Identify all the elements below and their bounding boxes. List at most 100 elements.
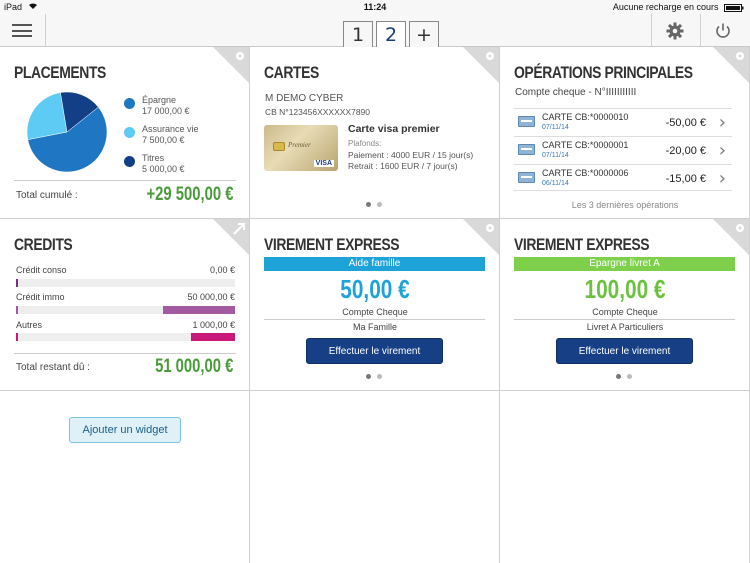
paiement-limit: Paiement : 4000 EUR / 15 jour(s): [348, 150, 474, 160]
credit-immo-bar: [16, 306, 235, 314]
legend-amount: 7 500,00 €: [142, 135, 185, 145]
toolbar: 1 2 +: [0, 14, 750, 48]
card-holder: M DEMO CYBER: [265, 93, 344, 104]
widget-settings-corner[interactable]: [213, 47, 249, 83]
battery-text: Aucune recharge en cours: [612, 2, 719, 12]
status-bar: iPad 11:24 Aucune recharge en cours: [0, 0, 750, 14]
widget-grid: PLACEMENTS Épargne 17 000,00 € Assurance…: [0, 47, 750, 563]
add-widget-button[interactable]: Ajouter un widget: [69, 417, 181, 443]
gear-icon[interactable]: [666, 22, 684, 40]
pagination-dots[interactable]: [366, 202, 382, 207]
chevron-right-icon: ›: [718, 168, 726, 189]
virement-from: Compte Cheque: [342, 307, 408, 317]
widget-settings-corner[interactable]: [713, 219, 749, 255]
empty-widget-slot: [500, 391, 750, 563]
toolbar-divider: [45, 14, 46, 47]
card-chip-icon: [273, 142, 285, 151]
credits-title: CREDITS: [14, 235, 73, 254]
pagination-dots[interactable]: [616, 374, 632, 379]
autres-bar: [16, 333, 235, 341]
operation-amount: -20,00 €: [665, 145, 706, 157]
divider: [514, 319, 735, 320]
credit-conso-bar: [16, 279, 235, 287]
legend-dot-epargne: [124, 98, 135, 109]
legend-amount: 17 000,00 €: [142, 106, 190, 116]
legend-epargne: Épargne 17 000,00 €: [142, 95, 190, 117]
chevron-right-icon: ›: [718, 140, 726, 161]
legend-amount: 5 000,00 €: [142, 164, 185, 174]
operation-amount: -50,00 €: [665, 117, 706, 129]
virement-amount: 100,00 €: [584, 274, 666, 304]
placements-widget: PLACEMENTS Épargne 17 000,00 € Assurance…: [0, 47, 250, 219]
virement-title: VIREMENT EXPRESS: [264, 235, 400, 254]
tab-page-2[interactable]: 2: [376, 21, 406, 48]
widget-settings-corner[interactable]: [463, 47, 499, 83]
credit-conso-amount: 0,00 €: [209, 265, 235, 275]
total-cumule-value: +29 500,00 €: [146, 184, 233, 205]
chevron-right-icon: ›: [718, 112, 726, 133]
effectuer-virement-button[interactable]: Effectuer le virement: [556, 338, 693, 364]
pagination-dots[interactable]: [366, 374, 382, 379]
card-icon: [518, 144, 535, 155]
card-number: CB N°123456XXXXXX7890: [265, 107, 370, 117]
operation-row[interactable]: CARTE CB:*0000001 07/11/14 -20,00 € ›: [514, 136, 732, 163]
operation-row[interactable]: CARTE CB:*0000006 06/11/14 -15,00 € ›: [514, 164, 732, 191]
credits-widget: CREDITS Crédit conso 0,00 € Crédit immo …: [0, 219, 250, 391]
widget-settings-corner[interactable]: [463, 219, 499, 255]
retrait-limit: Retrait : 1600 EUR / 7 jour(s): [348, 161, 458, 171]
autres-amount: 1 000,00 €: [192, 320, 235, 330]
operation-date: 06/11/14: [542, 180, 569, 187]
legend-titres: Titres 5 000,00 €: [142, 153, 185, 175]
toolbar-divider: [651, 14, 652, 47]
operations-widget: OPÉRATIONS PRINCIPALES Compte cheque - N…: [500, 47, 750, 219]
legend-dot-titres: [124, 156, 135, 167]
virement-band: Epargne livret A: [514, 257, 735, 271]
virement-from: Compte Cheque: [592, 307, 658, 317]
card-icon: [518, 116, 535, 127]
legend-label: Titres: [142, 153, 165, 163]
operation-amount: -15,00 €: [665, 173, 706, 185]
operation-row[interactable]: CARTE CB:*0000010 07/11/14 -50,00 € ›: [514, 108, 732, 135]
autres-label: Autres: [16, 320, 43, 330]
legend-label: Assurance vie: [142, 124, 199, 134]
total-cumule-label: Total cumulé :: [16, 190, 78, 201]
power-icon[interactable]: [714, 22, 732, 40]
operation-label: CARTE CB:*0000010: [542, 112, 629, 122]
virement-express-widget-1: VIREMENT EXPRESS Aide famille 50,00 € Co…: [250, 219, 500, 391]
effectuer-virement-button[interactable]: Effectuer le virement: [306, 338, 443, 364]
legend-label: Épargne: [142, 95, 177, 105]
plafonds-label: Plafonds:: [348, 139, 382, 148]
operation-date: 07/11/14: [542, 152, 569, 159]
pie-slice-1: [26, 92, 68, 140]
virement-to: Ma Famille: [352, 322, 397, 332]
divider: [264, 319, 485, 320]
tab-page-1[interactable]: 1: [343, 21, 373, 47]
virement-band: Aide famille: [264, 257, 485, 271]
card-logo: Premier: [288, 141, 311, 149]
card-icon: [518, 172, 535, 183]
credit-immo-label: Crédit immo: [16, 292, 65, 302]
menu-icon[interactable]: [12, 24, 32, 37]
virement-to: Livret A Particuliers: [586, 322, 664, 332]
virement-express-widget-2: VIREMENT EXPRESS Epargne livret A 100,00…: [500, 219, 750, 391]
page-tabs: 1 2 +: [343, 21, 442, 48]
operations-footer: Les 3 dernières opérations: [571, 200, 679, 210]
virement-amount: 50,00 €: [340, 274, 410, 304]
battery-icon: [724, 3, 744, 12]
total-restant-label: Total restant dû :: [16, 362, 90, 373]
visa-logo: VISA: [313, 160, 334, 167]
legend-dot-assurance: [124, 127, 135, 138]
toolbar-divider: [700, 14, 701, 47]
operations-title: OPÉRATIONS PRINCIPALES: [514, 63, 693, 82]
widget-settings-corner[interactable]: [713, 47, 749, 83]
expand-arrow-corner[interactable]: [213, 219, 249, 255]
legend-assurance-vie: Assurance vie 7 500,00 €: [142, 124, 199, 146]
credit-immo-amount: 50 000,00 €: [187, 292, 235, 302]
empty-widget-slot: [250, 391, 500, 563]
operation-label: CARTE CB:*0000006: [542, 168, 629, 178]
account-label: Compte cheque - N°IIIIIIIIIII: [515, 87, 637, 98]
card-image[interactable]: Premier VISA: [264, 125, 338, 171]
placements-pie-chart: [26, 91, 108, 173]
battery-status: Aucune recharge en cours: [613, 2, 744, 12]
add-page-tab[interactable]: +: [409, 21, 439, 47]
